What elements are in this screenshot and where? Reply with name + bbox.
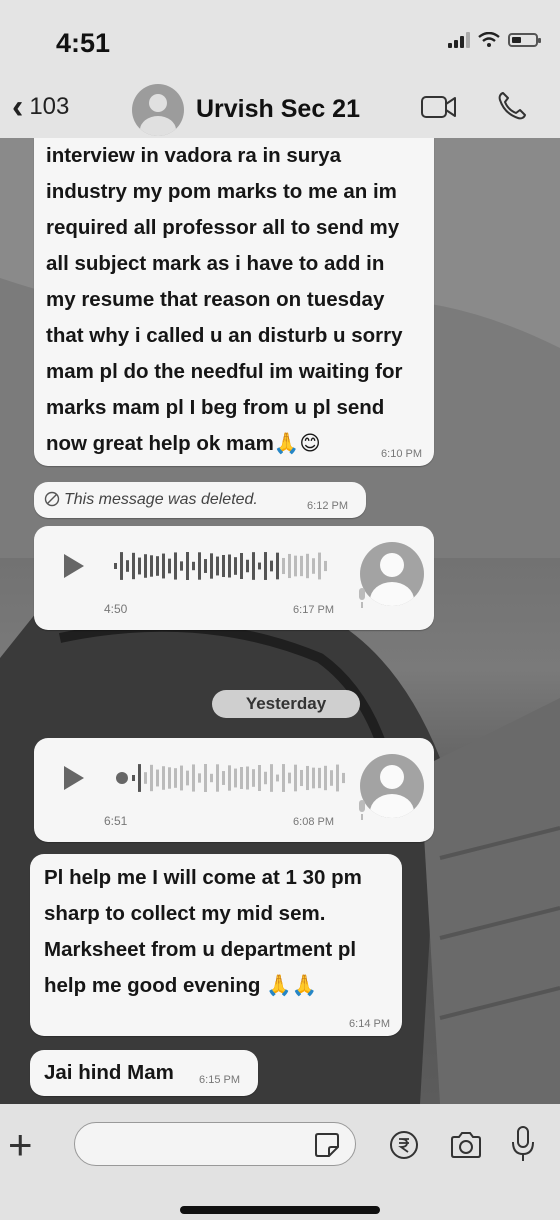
plus-icon[interactable]: + <box>8 1124 33 1166</box>
chat-header: ‹ 103 Urvish Sec 21 <box>0 80 560 138</box>
message-time: 6:17 PM <box>293 604 334 616</box>
message-text: Pl help me I will come at 1 30 pm sharp … <box>44 866 362 997</box>
chevron-left-icon: ‹ <box>12 88 24 126</box>
status-time: 4:51 <box>56 28 111 58</box>
message-time: 6:15 PM <box>199 1074 240 1086</box>
deleted-message-bubble[interactable]: This message was deleted. 6:12 PM <box>34 482 366 518</box>
date-divider: Yesterday <box>212 690 360 718</box>
wifi-icon <box>478 32 500 47</box>
sender-avatar <box>360 542 424 606</box>
message-time: 6:14 PM <box>349 1018 390 1030</box>
voice-message-2[interactable]: 6:51 6:08 PM <box>34 738 434 842</box>
chat-area[interactable]: interview in vadora ra in surya industry… <box>0 138 560 1104</box>
status-bar: 4:51 <box>0 0 560 88</box>
camera-icon[interactable] <box>448 1129 484 1161</box>
video-call-icon[interactable] <box>420 94 458 120</box>
deleted-icon <box>44 491 60 507</box>
waveform[interactable] <box>114 762 354 794</box>
sender-avatar <box>360 754 424 818</box>
mic-badge-icon <box>359 800 365 820</box>
waveform[interactable] <box>114 550 354 582</box>
voice-duration: 6:51 <box>104 814 128 828</box>
message-text: Jai hind Mam <box>44 1061 174 1084</box>
voice-duration: 4:50 <box>104 602 128 616</box>
message-text: interview in vadora ra in surya industry… <box>46 144 403 455</box>
battery-icon <box>508 33 541 47</box>
mic-badge-icon <box>359 588 365 608</box>
message-time: 6:08 PM <box>293 816 334 828</box>
mic-icon[interactable] <box>510 1124 536 1164</box>
rupee-payment-icon[interactable] <box>388 1129 420 1161</box>
home-indicator <box>180 1206 380 1214</box>
unread-count: 103 <box>29 93 70 120</box>
signal-icon <box>448 32 470 48</box>
message-bubble-2[interactable]: Pl help me I will come at 1 30 pm sharp … <box>30 854 402 1036</box>
back-button[interactable]: ‹ 103 <box>12 90 69 124</box>
contact-name[interactable]: Urvish Sec 21 <box>196 95 360 124</box>
phone-call-icon[interactable] <box>496 90 528 122</box>
deleted-message-text: This message was deleted. <box>64 491 258 508</box>
message-bubble-1[interactable]: interview in vadora ra in surya industry… <box>34 138 434 466</box>
input-bar: + <box>0 1104 560 1220</box>
message-bubble-3[interactable]: Jai hind Mam 6:15 PM <box>30 1050 258 1096</box>
status-icons <box>448 32 541 48</box>
play-icon[interactable] <box>64 766 84 790</box>
sticker-icon[interactable] <box>312 1130 342 1160</box>
message-time: 6:10 PM <box>381 448 422 460</box>
voice-message-1[interactable]: 4:50 6:17 PM <box>34 526 434 630</box>
contact-avatar[interactable] <box>132 84 184 136</box>
message-time: 6:12 PM <box>307 500 348 512</box>
play-icon[interactable] <box>64 554 84 578</box>
